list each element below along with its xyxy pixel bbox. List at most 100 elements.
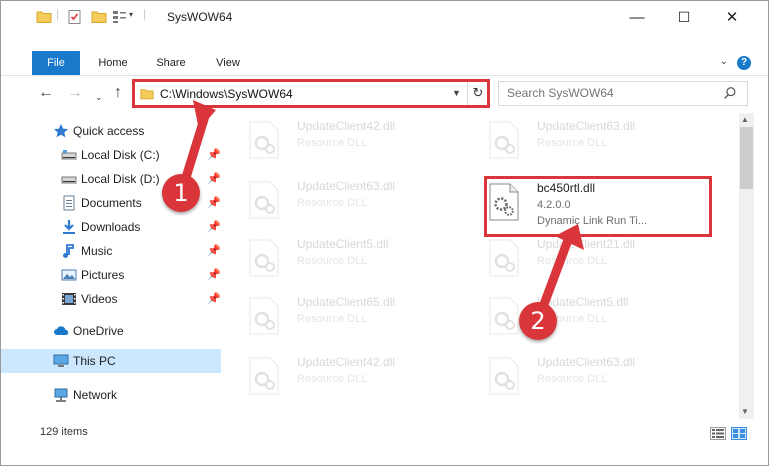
sidebar-item-label: OneDrive (73, 324, 124, 338)
tab-file[interactable]: File (32, 51, 80, 75)
file-name: UpdateClient21.dll (537, 237, 636, 251)
refresh-icon: ↻ (472, 85, 484, 100)
sidebar-item-quick-access[interactable]: Quick access (1, 119, 221, 143)
qa-dropdown-icon[interactable]: ▾ (129, 10, 133, 19)
cloud-icon (54, 326, 69, 335)
dll-file-icon (249, 297, 279, 335)
help-icon[interactable]: ? (737, 56, 751, 70)
pin-icon[interactable]: 📌 (207, 172, 221, 185)
file-name: UpdateClient42.dll (297, 355, 396, 369)
refresh-button[interactable]: ↻ (467, 81, 488, 106)
dll-file-icon (489, 297, 519, 335)
file-description: Resource DLL (537, 373, 608, 385)
sidebar-item-label: Videos (81, 292, 118, 306)
search-input[interactable] (507, 86, 707, 100)
file-item[interactable]: UpdateClient63.dll Resource DLL (463, 113, 683, 167)
close-button[interactable]: ✕ (709, 1, 755, 33)
callout-step-2: 2 (519, 302, 557, 340)
videos-icon (62, 293, 76, 305)
folder-icon (140, 89, 154, 100)
network-icon (54, 388, 68, 402)
close-icon: ✕ (725, 9, 739, 26)
dll-file-icon (249, 121, 279, 159)
properties-icon[interactable] (67, 9, 83, 25)
file-list: UpdateClient42.dll Resource DLL UpdateCl… (223, 113, 739, 419)
sidebar-item-onedrive[interactable]: OneDrive (1, 319, 221, 343)
pin-icon[interactable]: 📌 (207, 196, 221, 209)
file-item[interactable]: UpdateClient65.dll Resource DLL (223, 289, 443, 343)
sidebar-item-network[interactable]: Network (1, 383, 221, 407)
search-box[interactable] (498, 81, 748, 106)
pin-icon[interactable]: 📌 (207, 220, 221, 233)
vertical-scrollbar[interactable]: ▲ ▼ (739, 113, 754, 419)
dll-file-icon (249, 239, 279, 277)
dll-file-icon (249, 181, 279, 219)
drive-icon (61, 150, 77, 160)
address-path: C:\Windows\SysWOW64 (160, 87, 293, 101)
expand-ribbon-icon[interactable]: ⌄ (720, 56, 728, 67)
new-folder-icon[interactable] (91, 9, 107, 25)
sidebar-item-label: Local Disk (D:) (81, 172, 160, 186)
sidebar-item-label: Music (81, 244, 113, 258)
minimize-button[interactable]: — (614, 1, 660, 33)
sidebar-item-label: Downloads (81, 220, 141, 234)
sidebar-item-label: Quick access (73, 124, 145, 138)
forward-arrow-icon[interactable]: → (67, 84, 83, 102)
highlighted-dll-file[interactable]: bc450rtl.dll 4.2.0.0 Dynamic Link Run Ti… (463, 175, 683, 231)
sidebar-item-downloads[interactable]: Downloads 📌 (1, 215, 221, 239)
address-bar[interactable]: C:\Windows\SysWOW64 ▼ (133, 81, 488, 106)
file-item[interactable]: UpdateClient21.dll Resource DLL (463, 231, 683, 285)
file-item[interactable]: UpdateClient42.dll Resource DLL (223, 113, 443, 167)
sidebar-item-label: Local Disk (C:) (81, 148, 160, 162)
file-name: UpdateClient65.dll (297, 295, 396, 309)
file-name: UpdateClient42.dll (297, 119, 396, 133)
recent-locations-icon[interactable]: ⌄ (95, 88, 103, 106)
sidebar-item-videos[interactable]: Videos 📌 (1, 287, 221, 311)
file-item[interactable]: UpdateClient42.dll Resource DLL (223, 349, 443, 403)
file-item[interactable]: UpdateClient5.dll Resource DLL (463, 289, 683, 343)
scroll-down-icon[interactable]: ▼ (741, 407, 749, 416)
file-description: Resource DLL (297, 137, 368, 149)
title-divider: | (143, 7, 147, 21)
ribbon-tabs: File Home Share View ⌄ ? (1, 51, 768, 76)
file-name: UpdateClient5.dll (297, 237, 389, 251)
sidebar-item-label: Documents (81, 196, 142, 210)
status-bar: 129 items (1, 421, 768, 445)
download-icon (63, 220, 75, 234)
sidebar-item-pictures[interactable]: Pictures 📌 (1, 263, 221, 287)
file-item[interactable]: UpdateClient63.dll Resource DLL (223, 173, 443, 227)
tiles-view-button[interactable] (731, 427, 747, 440)
title-bar: | ▾ | SysWOW64 — ☐ ✕ (1, 1, 768, 33)
tab-view[interactable]: View (204, 51, 252, 75)
customize-qa-icon[interactable] (112, 9, 128, 25)
maximize-button[interactable]: ☐ (661, 1, 707, 33)
pin-icon[interactable]: 📌 (207, 268, 221, 281)
scroll-up-icon[interactable]: ▲ (741, 115, 749, 124)
pin-icon[interactable]: 📌 (207, 148, 221, 161)
file-description: Resource DLL (537, 137, 608, 149)
sidebar-item-local-disk-c[interactable]: Local Disk (C:) 📌 (1, 143, 221, 167)
up-arrow-icon[interactable]: ↑ (114, 84, 122, 102)
search-icon[interactable] (723, 86, 737, 100)
file-description: Resource DLL (297, 255, 368, 267)
sidebar-item-music[interactable]: Music 📌 (1, 239, 221, 263)
folder-icon[interactable] (36, 9, 52, 25)
address-dropdown-icon[interactable]: ▼ (452, 88, 461, 98)
callout-step-1: 1 (162, 174, 200, 212)
tab-home[interactable]: Home (89, 51, 137, 75)
file-item[interactable]: UpdateClient5.dll Resource DLL (223, 231, 443, 285)
window-title: SysWOW64 (167, 10, 233, 24)
sidebar-item-this-pc[interactable]: This PC (1, 349, 221, 373)
details-view-button[interactable] (710, 427, 726, 440)
pin-icon[interactable]: 📌 (207, 292, 221, 305)
sidebar-item-label: Network (73, 388, 118, 402)
file-item[interactable]: UpdateClient63.dll Resource DLL (463, 349, 683, 403)
minimize-icon: — (629, 8, 645, 26)
pin-icon[interactable]: 📌 (207, 244, 221, 257)
back-arrow-icon[interactable]: ← (38, 84, 54, 102)
file-description: Resource DLL (297, 373, 368, 385)
title-divider: | (56, 7, 60, 21)
scroll-thumb[interactable] (740, 127, 753, 189)
dll-file-icon (489, 357, 519, 395)
tab-share[interactable]: Share (147, 51, 195, 75)
